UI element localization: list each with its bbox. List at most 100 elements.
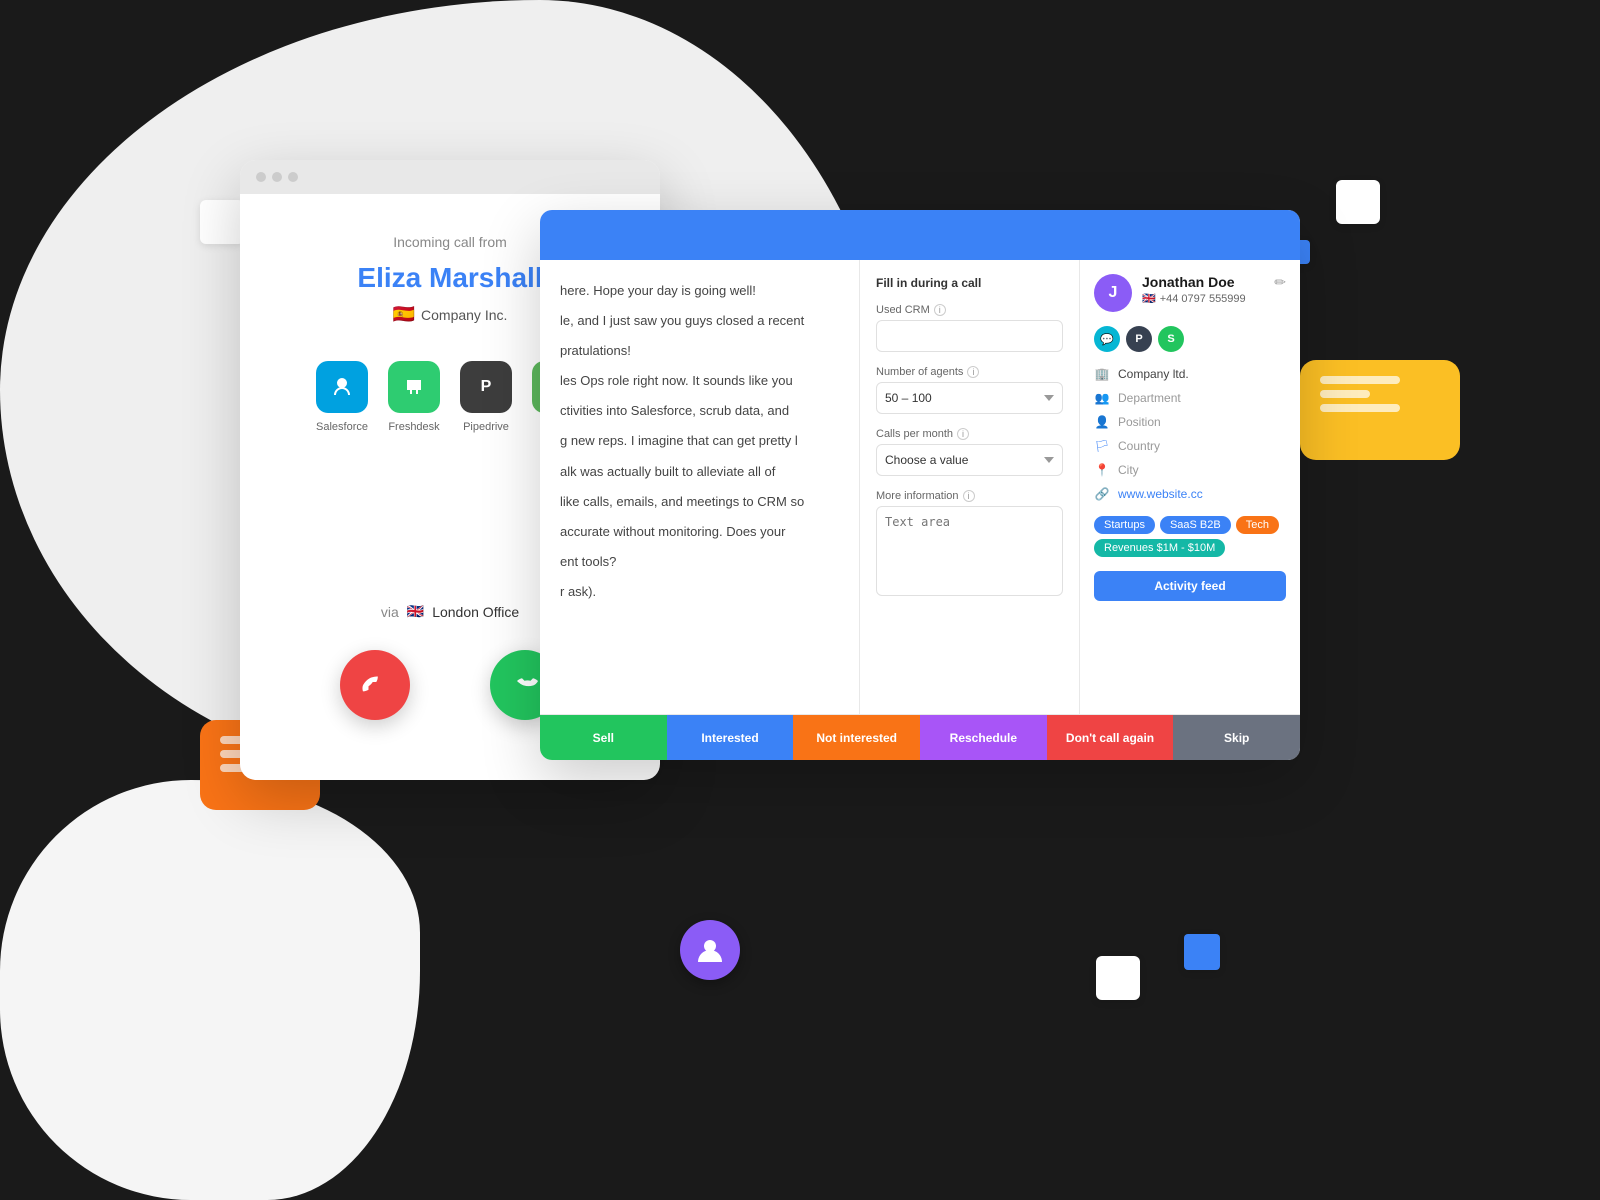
chat-line: ctivities into Salesforce, scrub data, a…	[560, 400, 839, 422]
department-icon: 👥	[1094, 390, 1110, 406]
crm-panel: here. Hope your day is going well! le, a…	[540, 210, 1300, 760]
contact-header: J Jonathan Doe 🇬🇧 +44 0797 555999 ✏	[1094, 274, 1286, 312]
integration-freshdesk: Freshdesk	[388, 361, 440, 433]
country-icon: 🏳	[1094, 438, 1110, 454]
contact-info-rows: 🏢 Company ltd. 👥 Department 👤 Position 🏳…	[1094, 366, 1286, 502]
deco-square-4	[1336, 180, 1380, 224]
pipedrive-icon: P	[460, 361, 512, 413]
contact-info: Jonathan Doe 🇬🇧 +44 0797 555999	[1142, 274, 1246, 305]
building-icon: 🏢	[1094, 366, 1110, 382]
uk-flag: 🇬🇧	[407, 603, 424, 620]
position-text: Position	[1118, 415, 1161, 429]
spain-flag: 🇪🇸	[393, 304, 415, 325]
info-icon: i	[963, 490, 975, 502]
website-text: www.website.cc	[1118, 487, 1203, 501]
tag-revenue: Revenues $1M - $10M	[1094, 539, 1225, 557]
no-call-button[interactable]: Don't call again	[1047, 715, 1174, 760]
contact-sidebar: J Jonathan Doe 🇬🇧 +44 0797 555999 ✏ 💬 P …	[1080, 260, 1300, 714]
department-text: Department	[1118, 391, 1181, 405]
tag-startups: Startups	[1094, 516, 1155, 534]
chat-line: les Ops role right now. It sounds like y…	[560, 370, 839, 392]
chat-line: like calls, emails, and meetings to CRM …	[560, 491, 839, 513]
link-icon: 🔗	[1094, 486, 1110, 502]
num-agents-select[interactable]: 50 – 100	[876, 382, 1063, 414]
crm-header	[540, 210, 1300, 260]
interested-button[interactable]: Interested	[667, 715, 794, 760]
tag-tech: Tech	[1236, 516, 1279, 534]
contact-integrations: 💬 P S	[1094, 326, 1286, 352]
city-text: City	[1118, 463, 1139, 477]
department-row: 👥 Department	[1094, 390, 1286, 406]
via-label: via	[381, 604, 399, 620]
deco-square-1	[200, 200, 244, 244]
caller-company: 🇪🇸 Company Inc.	[393, 304, 508, 325]
reschedule-button[interactable]: Reschedule	[920, 715, 1047, 760]
bg-blob-right	[0, 780, 420, 1200]
sell-button[interactable]: Sell	[540, 715, 667, 760]
info-icon: i	[957, 428, 969, 440]
fill-form: Fill in during a call Used CRM i Number …	[860, 260, 1080, 714]
freshdesk-icon	[388, 361, 440, 413]
chat-line: le, and I just saw you guys closed a rec…	[560, 310, 839, 332]
more-info-label: More information i	[876, 490, 1063, 502]
used-crm-label: Used CRM i	[876, 304, 1063, 316]
used-crm-group: Used CRM i	[876, 304, 1063, 352]
contact-int-shopify: S	[1158, 326, 1184, 352]
info-icon: i	[967, 366, 979, 378]
skip-button[interactable]: Skip	[1173, 715, 1300, 760]
company-name: Company Inc.	[421, 307, 507, 323]
num-agents-label: Number of agents i	[876, 366, 1063, 378]
country-text: Country	[1118, 439, 1160, 453]
used-crm-input[interactable]	[876, 320, 1063, 352]
chat-line: r ask).	[560, 581, 839, 603]
contact-int-chat: 💬	[1094, 326, 1120, 352]
office-label: London Office	[432, 604, 519, 620]
contact-avatar: J	[1094, 274, 1132, 312]
chat-line: g new reps. I imagine that can get prett…	[560, 430, 839, 452]
titlebar-dot	[256, 172, 266, 182]
uk-flag: 🇬🇧	[1142, 292, 1156, 305]
integration-salesforce: Salesforce	[316, 361, 368, 433]
chat-line: pratulations!	[560, 340, 839, 362]
deco-square-5	[1184, 934, 1220, 970]
chat-area: here. Hope your day is going well! le, a…	[540, 260, 860, 714]
via-row: via 🇬🇧 London Office	[381, 603, 519, 620]
phone-number: +44 0797 555999	[1160, 293, 1246, 305]
country-row: 🏳 Country	[1094, 438, 1286, 454]
calls-month-group: Calls per month i Choose a value	[876, 428, 1063, 476]
bottom-avatar	[680, 920, 740, 980]
decline-button[interactable]	[340, 650, 410, 720]
chat-line: alk was actually built to alleviate all …	[560, 461, 839, 483]
not-interested-button[interactable]: Not interested	[793, 715, 920, 760]
call-buttons	[340, 650, 560, 720]
titlebar-dot	[288, 172, 298, 182]
incoming-label: Incoming call from	[393, 234, 507, 250]
company-row: 🏢 Company ltd.	[1094, 366, 1286, 382]
bubble-line	[1320, 404, 1400, 412]
titlebar-dot	[272, 172, 282, 182]
more-info-textarea[interactable]	[876, 506, 1063, 596]
city-icon: 📍	[1094, 462, 1110, 478]
bubble-line	[1320, 376, 1400, 384]
activity-feed-button[interactable]: Activity feed	[1094, 571, 1286, 601]
chat-bubble-yellow	[1300, 360, 1460, 460]
titlebar	[240, 160, 660, 194]
freshdesk-label: Freshdesk	[388, 421, 439, 433]
calls-month-select[interactable]: Choose a value	[876, 444, 1063, 476]
tags-row: Startups SaaS B2B Tech Revenues $1M - $1…	[1094, 516, 1286, 557]
contact-name: Jonathan Doe	[1142, 274, 1246, 290]
more-info-group: More information i	[876, 490, 1063, 601]
bubble-line	[1320, 390, 1370, 398]
city-row: 📍 City	[1094, 462, 1286, 478]
edit-icon[interactable]: ✏	[1274, 274, 1286, 291]
info-icon: i	[934, 304, 946, 316]
num-agents-group: Number of agents i 50 – 100	[876, 366, 1063, 414]
company-text: Company ltd.	[1118, 367, 1189, 381]
chat-line: ent tools?	[560, 551, 839, 573]
salesforce-icon	[316, 361, 368, 413]
chat-line: accurate without monitoring. Does your	[560, 521, 839, 543]
calls-month-label: Calls per month i	[876, 428, 1063, 440]
contact-phone: 🇬🇧 +44 0797 555999	[1142, 292, 1246, 305]
crm-body: here. Hope your day is going well! le, a…	[540, 260, 1300, 714]
action-buttons: Sell Interested Not interested Reschedul…	[540, 714, 1300, 760]
